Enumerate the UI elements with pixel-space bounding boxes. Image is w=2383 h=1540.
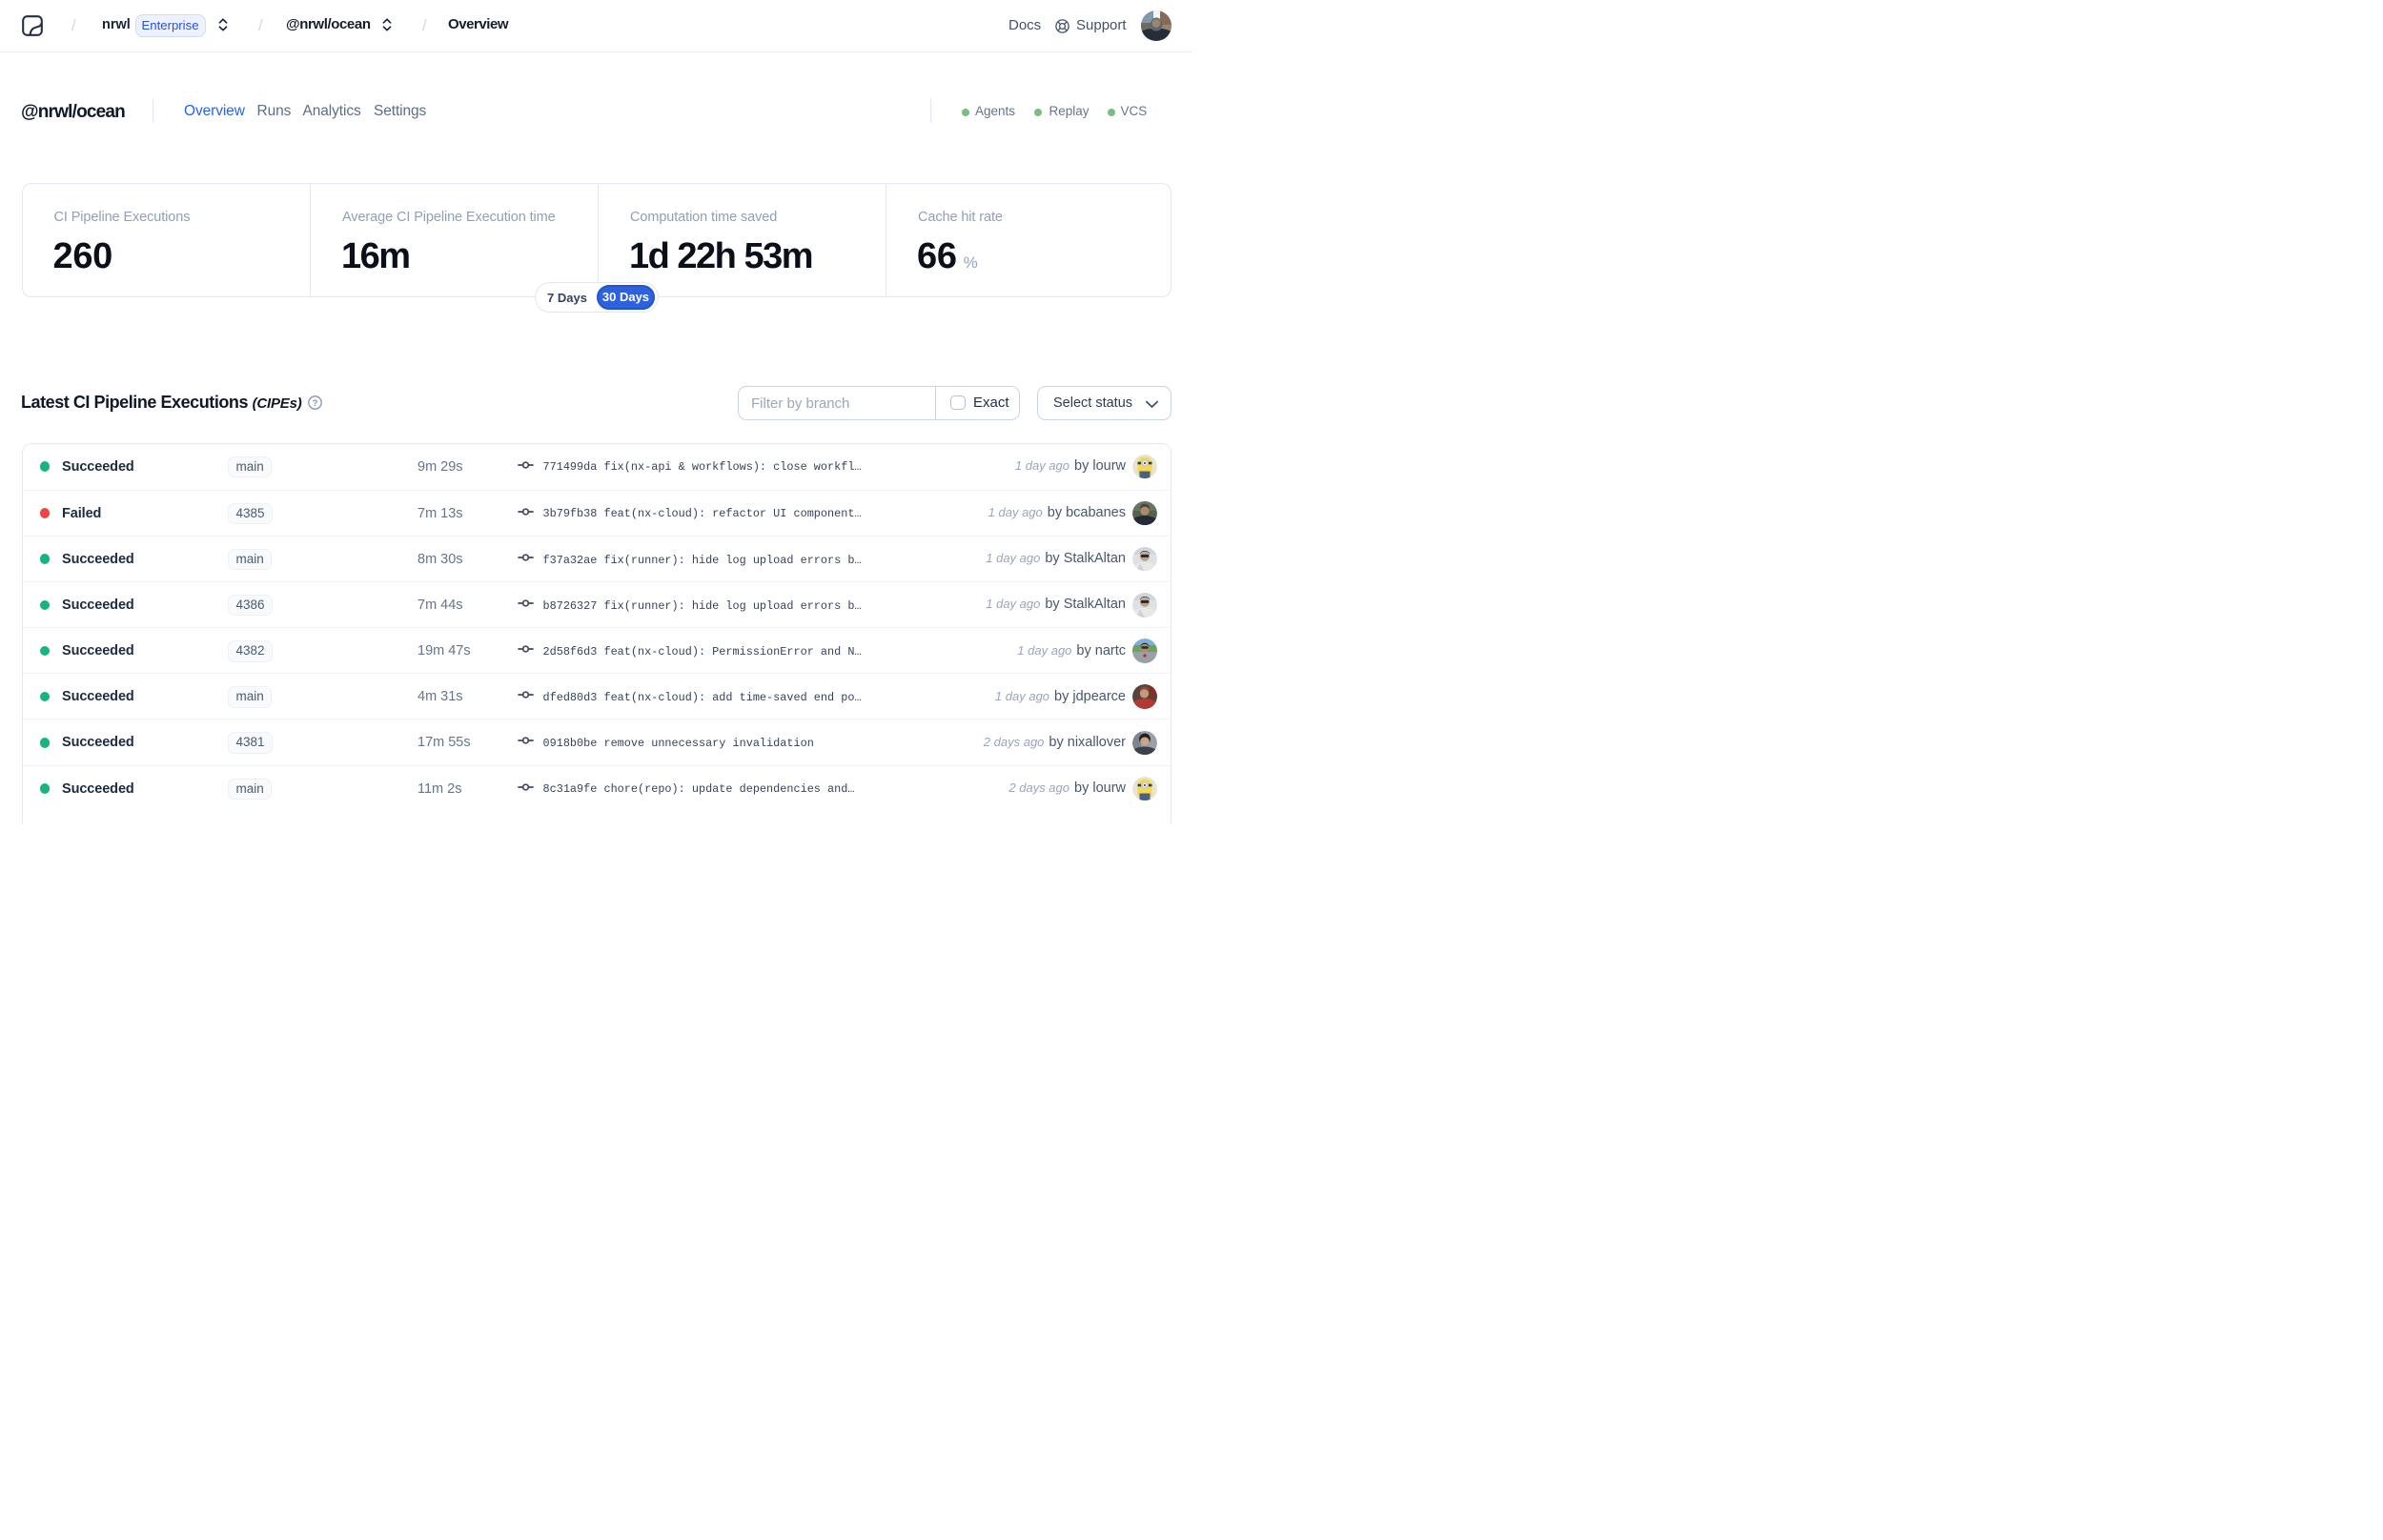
svg-text:?: ? [312, 397, 317, 408]
